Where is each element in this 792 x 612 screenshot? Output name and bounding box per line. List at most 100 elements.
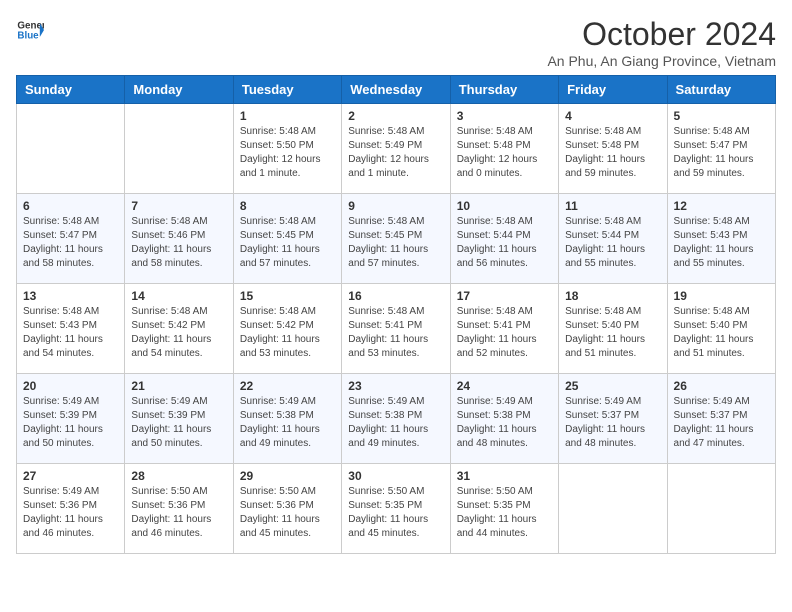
day-info: Sunrise: 5:48 AMSunset: 5:40 PMDaylight:… xyxy=(565,305,660,361)
day-number: 9 xyxy=(348,199,443,213)
day-info: Sunrise: 5:48 AMSunset: 5:49 PMDaylight:… xyxy=(348,125,443,181)
weekday-header: Monday xyxy=(125,76,233,104)
calendar-cell: 26 Sunrise: 5:49 AMSunset: 5:37 PMDayligh… xyxy=(667,374,775,464)
day-info: Sunrise: 5:48 AMSunset: 5:45 PMDaylight:… xyxy=(240,215,335,271)
day-number: 20 xyxy=(23,379,118,393)
day-number: 28 xyxy=(131,469,226,483)
calendar-cell: 19Sunrise: 5:48 AMSunset: 5:40 PMDayligh… xyxy=(667,284,775,374)
calendar-cell: 8 Sunrise: 5:48 AMSunset: 5:45 PMDaylight… xyxy=(233,194,341,284)
location-subtitle: An Phu, An Giang Province, Vietnam xyxy=(547,53,776,69)
logo: General Blue xyxy=(16,16,44,44)
day-info: Sunrise: 5:48 AMSunset: 5:42 PMDaylight:… xyxy=(131,305,226,361)
day-number: 25 xyxy=(565,379,660,393)
day-info: Sunrise: 5:49 AMSunset: 5:36 PMDaylight:… xyxy=(23,485,118,541)
weekday-header: Friday xyxy=(559,76,667,104)
calendar-cell: 6 Sunrise: 5:48 AMSunset: 5:47 PMDaylight… xyxy=(17,194,125,284)
day-number: 31 xyxy=(457,469,552,483)
calendar-cell: 3Sunrise: 5:48 AMSunset: 5:48 PMDaylight… xyxy=(450,104,558,194)
calendar-table: SundayMondayTuesdayWednesdayThursdayFrid… xyxy=(16,75,776,554)
calendar-cell: 14 Sunrise: 5:48 AMSunset: 5:42 PMDayligh… xyxy=(125,284,233,374)
calendar-cell: 27 Sunrise: 5:49 AMSunset: 5:36 PMDayligh… xyxy=(17,464,125,554)
day-info: Sunrise: 5:48 AMSunset: 5:40 PMDaylight:… xyxy=(674,305,769,361)
calendar-cell: 31 Sunrise: 5:50 AMSunset: 5:35 PMDayligh… xyxy=(450,464,558,554)
month-title: October 2024 xyxy=(547,16,776,53)
page-header: General Blue October 2024 An Phu, An Gia… xyxy=(16,16,776,69)
calendar-cell: 1Sunrise: 5:48 AMSunset: 5:50 PMDaylight… xyxy=(233,104,341,194)
day-info: Sunrise: 5:49 AMSunset: 5:38 PMDaylight:… xyxy=(348,395,443,451)
day-number: 1 xyxy=(240,109,335,123)
calendar-cell xyxy=(125,104,233,194)
day-number: 6 xyxy=(23,199,118,213)
day-info: Sunrise: 5:49 AMSunset: 5:38 PMDaylight:… xyxy=(240,395,335,451)
calendar-cell: 24 Sunrise: 5:49 AMSunset: 5:38 PMDayligh… xyxy=(450,374,558,464)
day-info: Sunrise: 5:48 AMSunset: 5:48 PMDaylight:… xyxy=(457,125,552,181)
calendar-week-row: 1Sunrise: 5:48 AMSunset: 5:50 PMDaylight… xyxy=(17,104,776,194)
day-number: 14 xyxy=(131,289,226,303)
weekday-header: Saturday xyxy=(667,76,775,104)
day-number: 16 xyxy=(348,289,443,303)
day-info: Sunrise: 5:48 AMSunset: 5:46 PMDaylight:… xyxy=(131,215,226,271)
day-info: Sunrise: 5:48 AMSunset: 5:43 PMDaylight:… xyxy=(674,215,769,271)
day-info: Sunrise: 5:48 AMSunset: 5:42 PMDaylight:… xyxy=(240,305,335,361)
calendar-cell: 12 Sunrise: 5:48 AMSunset: 5:43 PMDayligh… xyxy=(667,194,775,284)
calendar-cell: 28 Sunrise: 5:50 AMSunset: 5:36 PMDayligh… xyxy=(125,464,233,554)
weekday-header-row: SundayMondayTuesdayWednesdayThursdayFrid… xyxy=(17,76,776,104)
day-number: 24 xyxy=(457,379,552,393)
day-number: 11 xyxy=(565,199,660,213)
day-number: 30 xyxy=(348,469,443,483)
day-number: 2 xyxy=(348,109,443,123)
day-info: Sunrise: 5:48 AMSunset: 5:47 PMDaylight:… xyxy=(23,215,118,271)
day-info: Sunrise: 5:48 AMSunset: 5:43 PMDaylight:… xyxy=(23,305,118,361)
day-info: Sunrise: 5:49 AMSunset: 5:37 PMDaylight:… xyxy=(565,395,660,451)
day-info: Sunrise: 5:48 AMSunset: 5:41 PMDaylight:… xyxy=(348,305,443,361)
calendar-week-row: 27 Sunrise: 5:49 AMSunset: 5:36 PMDayligh… xyxy=(17,464,776,554)
calendar-cell: 4Sunrise: 5:48 AMSunset: 5:48 PMDaylight… xyxy=(559,104,667,194)
day-info: Sunrise: 5:50 AMSunset: 5:35 PMDaylight:… xyxy=(457,485,552,541)
weekday-header: Wednesday xyxy=(342,76,450,104)
calendar-cell: 23Sunrise: 5:49 AMSunset: 5:38 PMDayligh… xyxy=(342,374,450,464)
calendar-cell xyxy=(667,464,775,554)
calendar-cell: 18 Sunrise: 5:48 AMSunset: 5:40 PMDayligh… xyxy=(559,284,667,374)
calendar-cell: 17Sunrise: 5:48 AMSunset: 5:41 PMDayligh… xyxy=(450,284,558,374)
calendar-cell: 11Sunrise: 5:48 AMSunset: 5:44 PMDayligh… xyxy=(559,194,667,284)
day-info: Sunrise: 5:48 AMSunset: 5:44 PMDaylight:… xyxy=(457,215,552,271)
calendar-cell: 9 Sunrise: 5:48 AMSunset: 5:45 PMDaylight… xyxy=(342,194,450,284)
calendar-cell xyxy=(559,464,667,554)
weekday-header: Thursday xyxy=(450,76,558,104)
day-info: Sunrise: 5:49 AMSunset: 5:37 PMDaylight:… xyxy=(674,395,769,451)
calendar-cell xyxy=(17,104,125,194)
day-number: 4 xyxy=(565,109,660,123)
calendar-cell: 2 Sunrise: 5:48 AMSunset: 5:49 PMDaylight… xyxy=(342,104,450,194)
calendar-cell: 30 Sunrise: 5:50 AMSunset: 5:35 PMDayligh… xyxy=(342,464,450,554)
calendar-cell: 29 Sunrise: 5:50 AMSunset: 5:36 PMDayligh… xyxy=(233,464,341,554)
svg-text:Blue: Blue xyxy=(17,30,39,41)
day-info: Sunrise: 5:49 AMSunset: 5:38 PMDaylight:… xyxy=(457,395,552,451)
day-info: Sunrise: 5:50 AMSunset: 5:36 PMDaylight:… xyxy=(240,485,335,541)
day-info: Sunrise: 5:48 AMSunset: 5:41 PMDaylight:… xyxy=(457,305,552,361)
day-info: Sunrise: 5:48 AMSunset: 5:45 PMDaylight:… xyxy=(348,215,443,271)
day-number: 29 xyxy=(240,469,335,483)
calendar-cell: 25 Sunrise: 5:49 AMSunset: 5:37 PMDayligh… xyxy=(559,374,667,464)
day-number: 26 xyxy=(674,379,769,393)
day-number: 5 xyxy=(674,109,769,123)
calendar-week-row: 20 Sunrise: 5:49 AMSunset: 5:39 PMDayligh… xyxy=(17,374,776,464)
day-number: 10 xyxy=(457,199,552,213)
calendar-week-row: 13 Sunrise: 5:48 AMSunset: 5:43 PMDayligh… xyxy=(17,284,776,374)
logo-icon: General Blue xyxy=(16,16,44,44)
day-number: 27 xyxy=(23,469,118,483)
weekday-header: Sunday xyxy=(17,76,125,104)
day-number: 8 xyxy=(240,199,335,213)
day-number: 15 xyxy=(240,289,335,303)
weekday-header: Tuesday xyxy=(233,76,341,104)
calendar-cell: 20 Sunrise: 5:49 AMSunset: 5:39 PMDayligh… xyxy=(17,374,125,464)
calendar-cell: 22Sunrise: 5:49 AMSunset: 5:38 PMDayligh… xyxy=(233,374,341,464)
day-info: Sunrise: 5:49 AMSunset: 5:39 PMDaylight:… xyxy=(23,395,118,451)
day-info: Sunrise: 5:50 AMSunset: 5:35 PMDaylight:… xyxy=(348,485,443,541)
day-number: 13 xyxy=(23,289,118,303)
day-number: 18 xyxy=(565,289,660,303)
day-number: 12 xyxy=(674,199,769,213)
day-number: 21 xyxy=(131,379,226,393)
day-info: Sunrise: 5:48 AMSunset: 5:47 PMDaylight:… xyxy=(674,125,769,181)
day-info: Sunrise: 5:50 AMSunset: 5:36 PMDaylight:… xyxy=(131,485,226,541)
calendar-cell: 5 Sunrise: 5:48 AMSunset: 5:47 PMDaylight… xyxy=(667,104,775,194)
